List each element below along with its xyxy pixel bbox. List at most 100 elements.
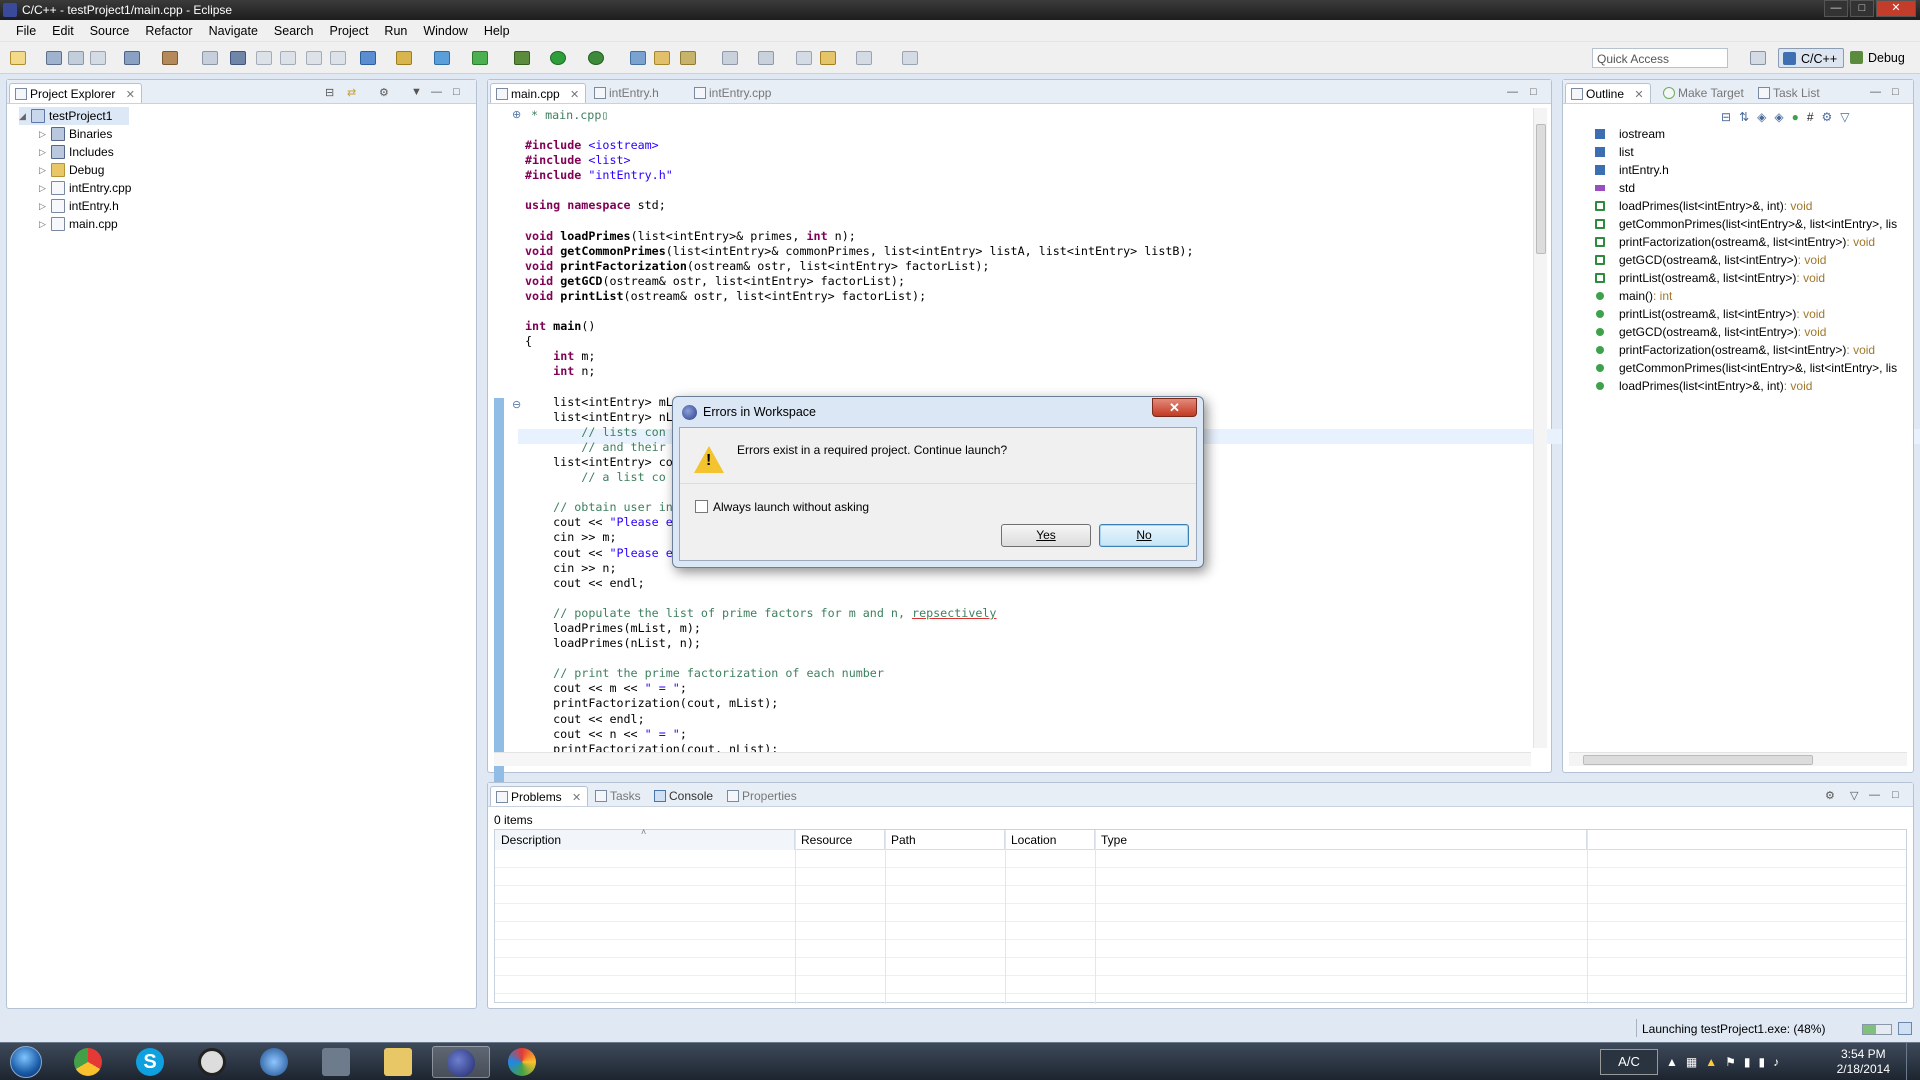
perspective-debug[interactable]: Debug <box>1846 48 1911 68</box>
always-launch-label[interactable]: Always launch without asking <box>713 500 869 514</box>
show-hidden-icon[interactable]: ▲ <box>1666 1055 1678 1069</box>
save-all-icon[interactable] <box>68 51 84 65</box>
tab-task-list[interactable]: Task List <box>1753 83 1826 103</box>
forward-icon[interactable] <box>856 51 872 65</box>
search-icon[interactable] <box>680 51 696 65</box>
maximize-button[interactable]: □ <box>1850 0 1874 17</box>
tree-item-debug[interactable]: ▷ Debug <box>39 161 104 179</box>
new-folder-icon[interactable] <box>396 51 412 65</box>
tab-console[interactable]: Console <box>649 786 719 806</box>
dialog-close-button[interactable]: ✕ <box>1152 398 1197 417</box>
collapsed-arrow-icon[interactable]: ▷ <box>39 201 49 212</box>
taskbar-app5[interactable] <box>308 1046 366 1078</box>
tab-project-explorer[interactable]: Project Explorer ✕ <box>9 83 142 103</box>
outline-item[interactable]: printList(ostream&, list<intEntry>) : vo… <box>1595 269 1825 287</box>
close-window-button[interactable]: ✕ <box>1876 0 1916 17</box>
yes-button[interactable]: Yes <box>1001 524 1091 547</box>
close-icon[interactable]: ✕ <box>1634 89 1643 101</box>
scroll-thumb[interactable] <box>1536 124 1546 254</box>
collapsed-arrow-icon[interactable]: ▷ <box>39 219 49 230</box>
outline-item[interactable]: getCommonPrimes(list<intEntry>&, list<in… <box>1595 215 1897 233</box>
menu-project[interactable]: Project <box>322 24 377 38</box>
ac-button[interactable]: A/C <box>1600 1049 1658 1075</box>
menu-refactor[interactable]: Refactor <box>137 24 200 38</box>
menu-source[interactable]: Source <box>82 24 138 38</box>
collapsed-arrow-icon[interactable]: ▷ <box>39 183 49 194</box>
tree-item-binaries[interactable]: ▷ Binaries <box>39 125 112 143</box>
open-perspective-icon[interactable] <box>1750 51 1766 65</box>
outline-item[interactable]: printFactorization(ostream&, list<intEnt… <box>1595 233 1875 251</box>
save-icon[interactable] <box>46 51 62 65</box>
column-description[interactable]: Description ˄ <box>495 827 795 850</box>
build-icon[interactable] <box>124 51 140 65</box>
outline-item[interactable]: getGCD(ostream&, list<intEntry>) : void <box>1595 323 1826 341</box>
skip-breakpoints-icon[interactable] <box>230 51 246 65</box>
new-file-icon[interactable] <box>434 51 450 65</box>
start-button[interactable] <box>4 1044 50 1080</box>
editor-vertical-scrollbar[interactable] <box>1533 108 1547 748</box>
tree-item-includes[interactable]: ▷ Includes <box>39 143 114 161</box>
view-menu-icon[interactable]: ▽ <box>1840 110 1849 124</box>
outline-item[interactable]: loadPrimes(list<intEntry>&, int) : void <box>1595 197 1812 215</box>
collapse-all-icon[interactable]: ⊟ <box>325 86 334 99</box>
outline-item[interactable]: getCommonPrimes(list<intEntry>&, list<in… <box>1595 359 1897 377</box>
view-menu-icon[interactable]: ▽ <box>1850 789 1858 802</box>
tree-item-main-cpp[interactable]: ▷ main.cpp <box>39 215 118 233</box>
run-icon[interactable] <box>550 51 566 65</box>
link-editor-icon[interactable]: ⇄ <box>347 86 356 99</box>
close-icon[interactable]: ✕ <box>572 792 581 804</box>
code-header[interactable]: * main.cpp▯ <box>531 108 608 123</box>
menu-help[interactable]: Help <box>476 24 518 38</box>
tab-intentry-cpp[interactable]: intEntry.cpp <box>689 83 777 103</box>
tab-intentry-h[interactable]: intEntry.h <box>589 83 665 103</box>
print-icon[interactable] <box>90 51 106 65</box>
pin-editor-icon[interactable] <box>902 51 918 65</box>
tab-make-target[interactable]: Make Target <box>1658 83 1750 103</box>
hide-nonpublic-icon[interactable]: ● <box>1792 110 1799 124</box>
editor-horizontal-scrollbar[interactable] <box>494 752 1531 766</box>
progress-view-icon[interactable] <box>1898 1022 1912 1035</box>
maximize-view-icon[interactable]: □ <box>453 86 460 98</box>
scroll-thumb[interactable] <box>1583 755 1813 765</box>
expanded-arrow-icon[interactable]: ◢ <box>19 111 29 122</box>
menu-run[interactable]: Run <box>376 24 415 38</box>
quick-access-input[interactable]: Quick Access <box>1592 48 1728 68</box>
minimize-view-icon[interactable]: — <box>1870 86 1881 98</box>
column-location[interactable]: Location <box>1005 830 1095 850</box>
view-menu-icon[interactable]: ▼ <box>411 86 422 98</box>
column-resource[interactable]: Resource <box>795 830 885 850</box>
fold-expand-icon[interactable]: ⊕ <box>512 108 521 121</box>
new-class-icon[interactable] <box>360 51 376 65</box>
signal-icon[interactable]: ▮ <box>1759 1055 1766 1069</box>
hide-fields-icon[interactable]: ◈ <box>1757 110 1766 124</box>
no-button[interactable]: No <box>1099 524 1189 547</box>
minimize-button[interactable]: — <box>1824 0 1848 17</box>
taskbar-skype[interactable]: S <box>122 1046 180 1078</box>
outline-item[interactable]: getGCD(ostream&, list<intEntry>) : void <box>1595 251 1826 269</box>
outline-item[interactable]: main() : int <box>1595 287 1672 305</box>
menu-edit[interactable]: Edit <box>44 24 82 38</box>
taskbar-app4[interactable] <box>246 1046 304 1078</box>
fold-collapse-icon[interactable]: ⊖ <box>512 398 521 411</box>
minimize-view-icon[interactable]: — <box>1507 86 1518 98</box>
perspective-cpp[interactable]: C/C++ <box>1778 48 1845 68</box>
refresh-icon[interactable] <box>330 51 346 65</box>
tree-project[interactable]: ◢ testProject1 <box>19 107 129 125</box>
hide-static-icon[interactable]: ◈ <box>1774 110 1783 124</box>
network-icon[interactable]: ▦ <box>1686 1055 1697 1069</box>
last-edit-icon[interactable] <box>796 51 812 65</box>
filters-icon[interactable]: ⚙ <box>1822 110 1833 124</box>
outline-item[interactable]: loadPrimes(list<intEntry>&, int) : void <box>1595 377 1812 395</box>
tab-main-cpp[interactable]: main.cpp ✕ <box>490 83 587 103</box>
menu-navigate[interactable]: Navigate <box>201 24 266 38</box>
filter-icon[interactable]: ⚙ <box>379 86 389 99</box>
outline-item[interactable]: intEntry.h <box>1595 161 1669 179</box>
clock[interactable]: 3:54 PM 2/18/2014 <box>1837 1047 1890 1077</box>
filters-icon[interactable]: ⚙ <box>1825 789 1835 802</box>
outline-horizontal-scrollbar[interactable] <box>1569 752 1907 766</box>
progress-bar[interactable] <box>1862 1024 1892 1035</box>
battery-icon[interactable]: ▮ <box>1744 1055 1751 1069</box>
paste-icon[interactable] <box>280 51 296 65</box>
tab-properties[interactable]: Properties <box>722 786 803 806</box>
open-folder-icon[interactable] <box>654 51 670 65</box>
